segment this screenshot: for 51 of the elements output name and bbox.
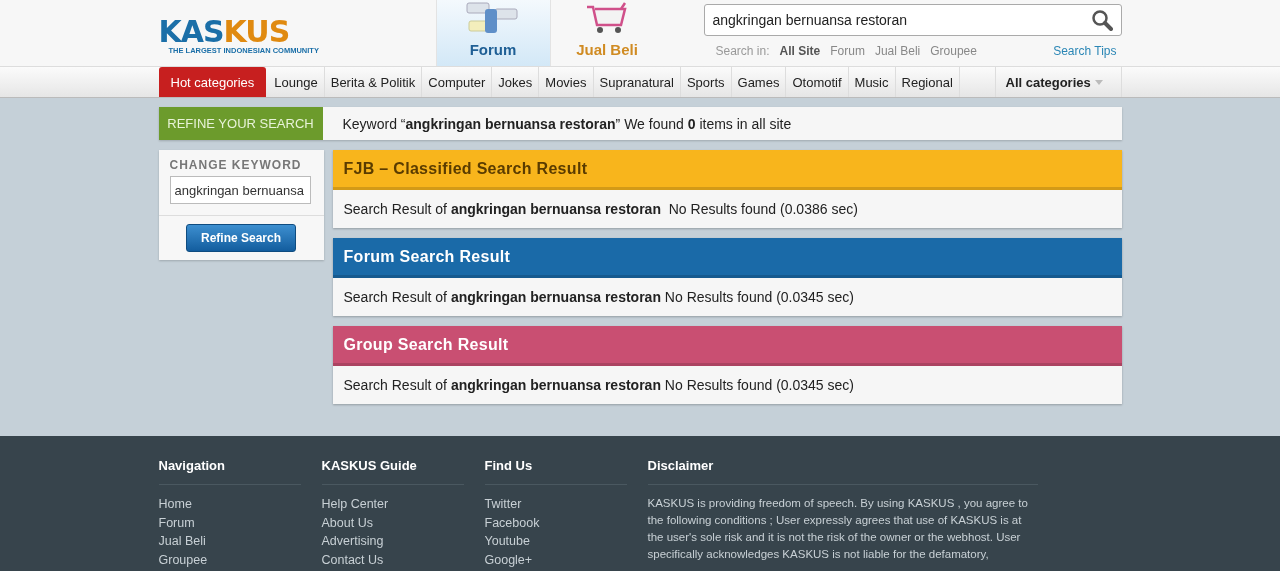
category-link[interactable]: Games <box>731 67 787 97</box>
footer-heading: Disclaimer <box>647 458 1038 485</box>
keyword-input[interactable]: angkringan bernuansa <box>169 176 311 204</box>
footer-heading: KASKUS Guide <box>321 458 464 485</box>
category-link[interactable]: Berita & Politik <box>324 67 423 97</box>
caret-icon <box>1094 79 1103 85</box>
footer-link[interactable]: Twitter <box>484 495 627 514</box>
disclaimer-text: KASKUS is providing freedom of speech. By using KASKUS , you agree to the following conditions ; User expressly agrees that use of KASKUS is at the user's sole risk and it is not the risk of the owner or the webhost. User specifically acknowledges KASKUS is not liable for the defamatory, <box>647 496 1029 562</box>
search-field[interactable]: angkringan bernuansa restoran <box>703 4 1122 36</box>
result-message: Search Result of angkringan bernuansa restoran No Results found (0.0386 sec) <box>342 200 859 219</box>
footer-link[interactable]: About Us <box>321 513 464 532</box>
footer-link[interactable]: Home <box>158 495 301 514</box>
category-link[interactable]: Regional <box>895 67 960 97</box>
refine-search-button[interactable]: Refine Search <box>185 224 296 252</box>
category-link[interactable]: Lounge <box>268 67 325 97</box>
search-icon[interactable] <box>1090 9 1113 31</box>
footer-link[interactable]: Facebook <box>484 513 627 532</box>
footer-heading: Navigation <box>158 458 301 485</box>
hot-categories-tab[interactable]: Hot categories <box>158 67 267 97</box>
result-section-header: Forum Search Result <box>332 238 1122 278</box>
footer-link[interactable]: Google+ <box>484 550 627 569</box>
category-link[interactable]: Movies <box>539 67 594 97</box>
search-scope-link[interactable]: Groupee <box>930 44 977 58</box>
category-link[interactable]: Music <box>848 67 896 97</box>
section-tab[interactable]: Forum <box>435 0 550 66</box>
category-link[interactable]: Otomotif <box>786 67 849 97</box>
footer-link[interactable]: Groupee <box>158 550 301 569</box>
search-scope-link[interactable]: All Site <box>779 44 821 58</box>
search-tips-link[interactable]: Search Tips <box>1053 44 1117 58</box>
result-section-header: Group Search Result <box>332 326 1122 366</box>
footer-link[interactable]: Contact Us <box>321 550 464 569</box>
result-message: Search Result of angkringan bernuansa restoran No Results found (0.0345 sec) <box>342 288 855 307</box>
category-link[interactable]: Supranatural <box>593 67 681 97</box>
footer-link[interactable]: Youtube <box>484 532 627 551</box>
result-section-header: FJB – Classified Search Result <box>332 150 1122 190</box>
search-scope-link[interactable]: Forum <box>830 44 865 58</box>
footer-link[interactable]: Jual Beli <box>158 532 301 551</box>
change-keyword-label: CHANGE KEYWORD <box>168 157 303 174</box>
footer-link[interactable]: Help Center <box>321 495 464 514</box>
all-categories-menu[interactable]: All categories <box>994 67 1122 97</box>
result-message: Search Result of angkringan bernuansa restoran No Results found (0.0345 sec) <box>342 376 855 395</box>
footer-link[interactable]: Forum <box>158 513 301 532</box>
footer-heading: Find Us <box>484 458 627 485</box>
category-link[interactable]: Sports <box>680 67 732 97</box>
search-summary: Keyword “angkringan bernuansa restoran” We found 0 items in all site <box>341 114 792 134</box>
search-in-label: Search in: <box>715 44 770 58</box>
category-link[interactable]: Computer <box>422 67 493 97</box>
chat-bubbles-icon <box>465 1 521 35</box>
category-link[interactable]: Jokes <box>492 67 540 97</box>
search-scope-link[interactable]: Jual Beli <box>874 44 921 58</box>
footer-link[interactable]: Advertising <box>321 532 464 551</box>
